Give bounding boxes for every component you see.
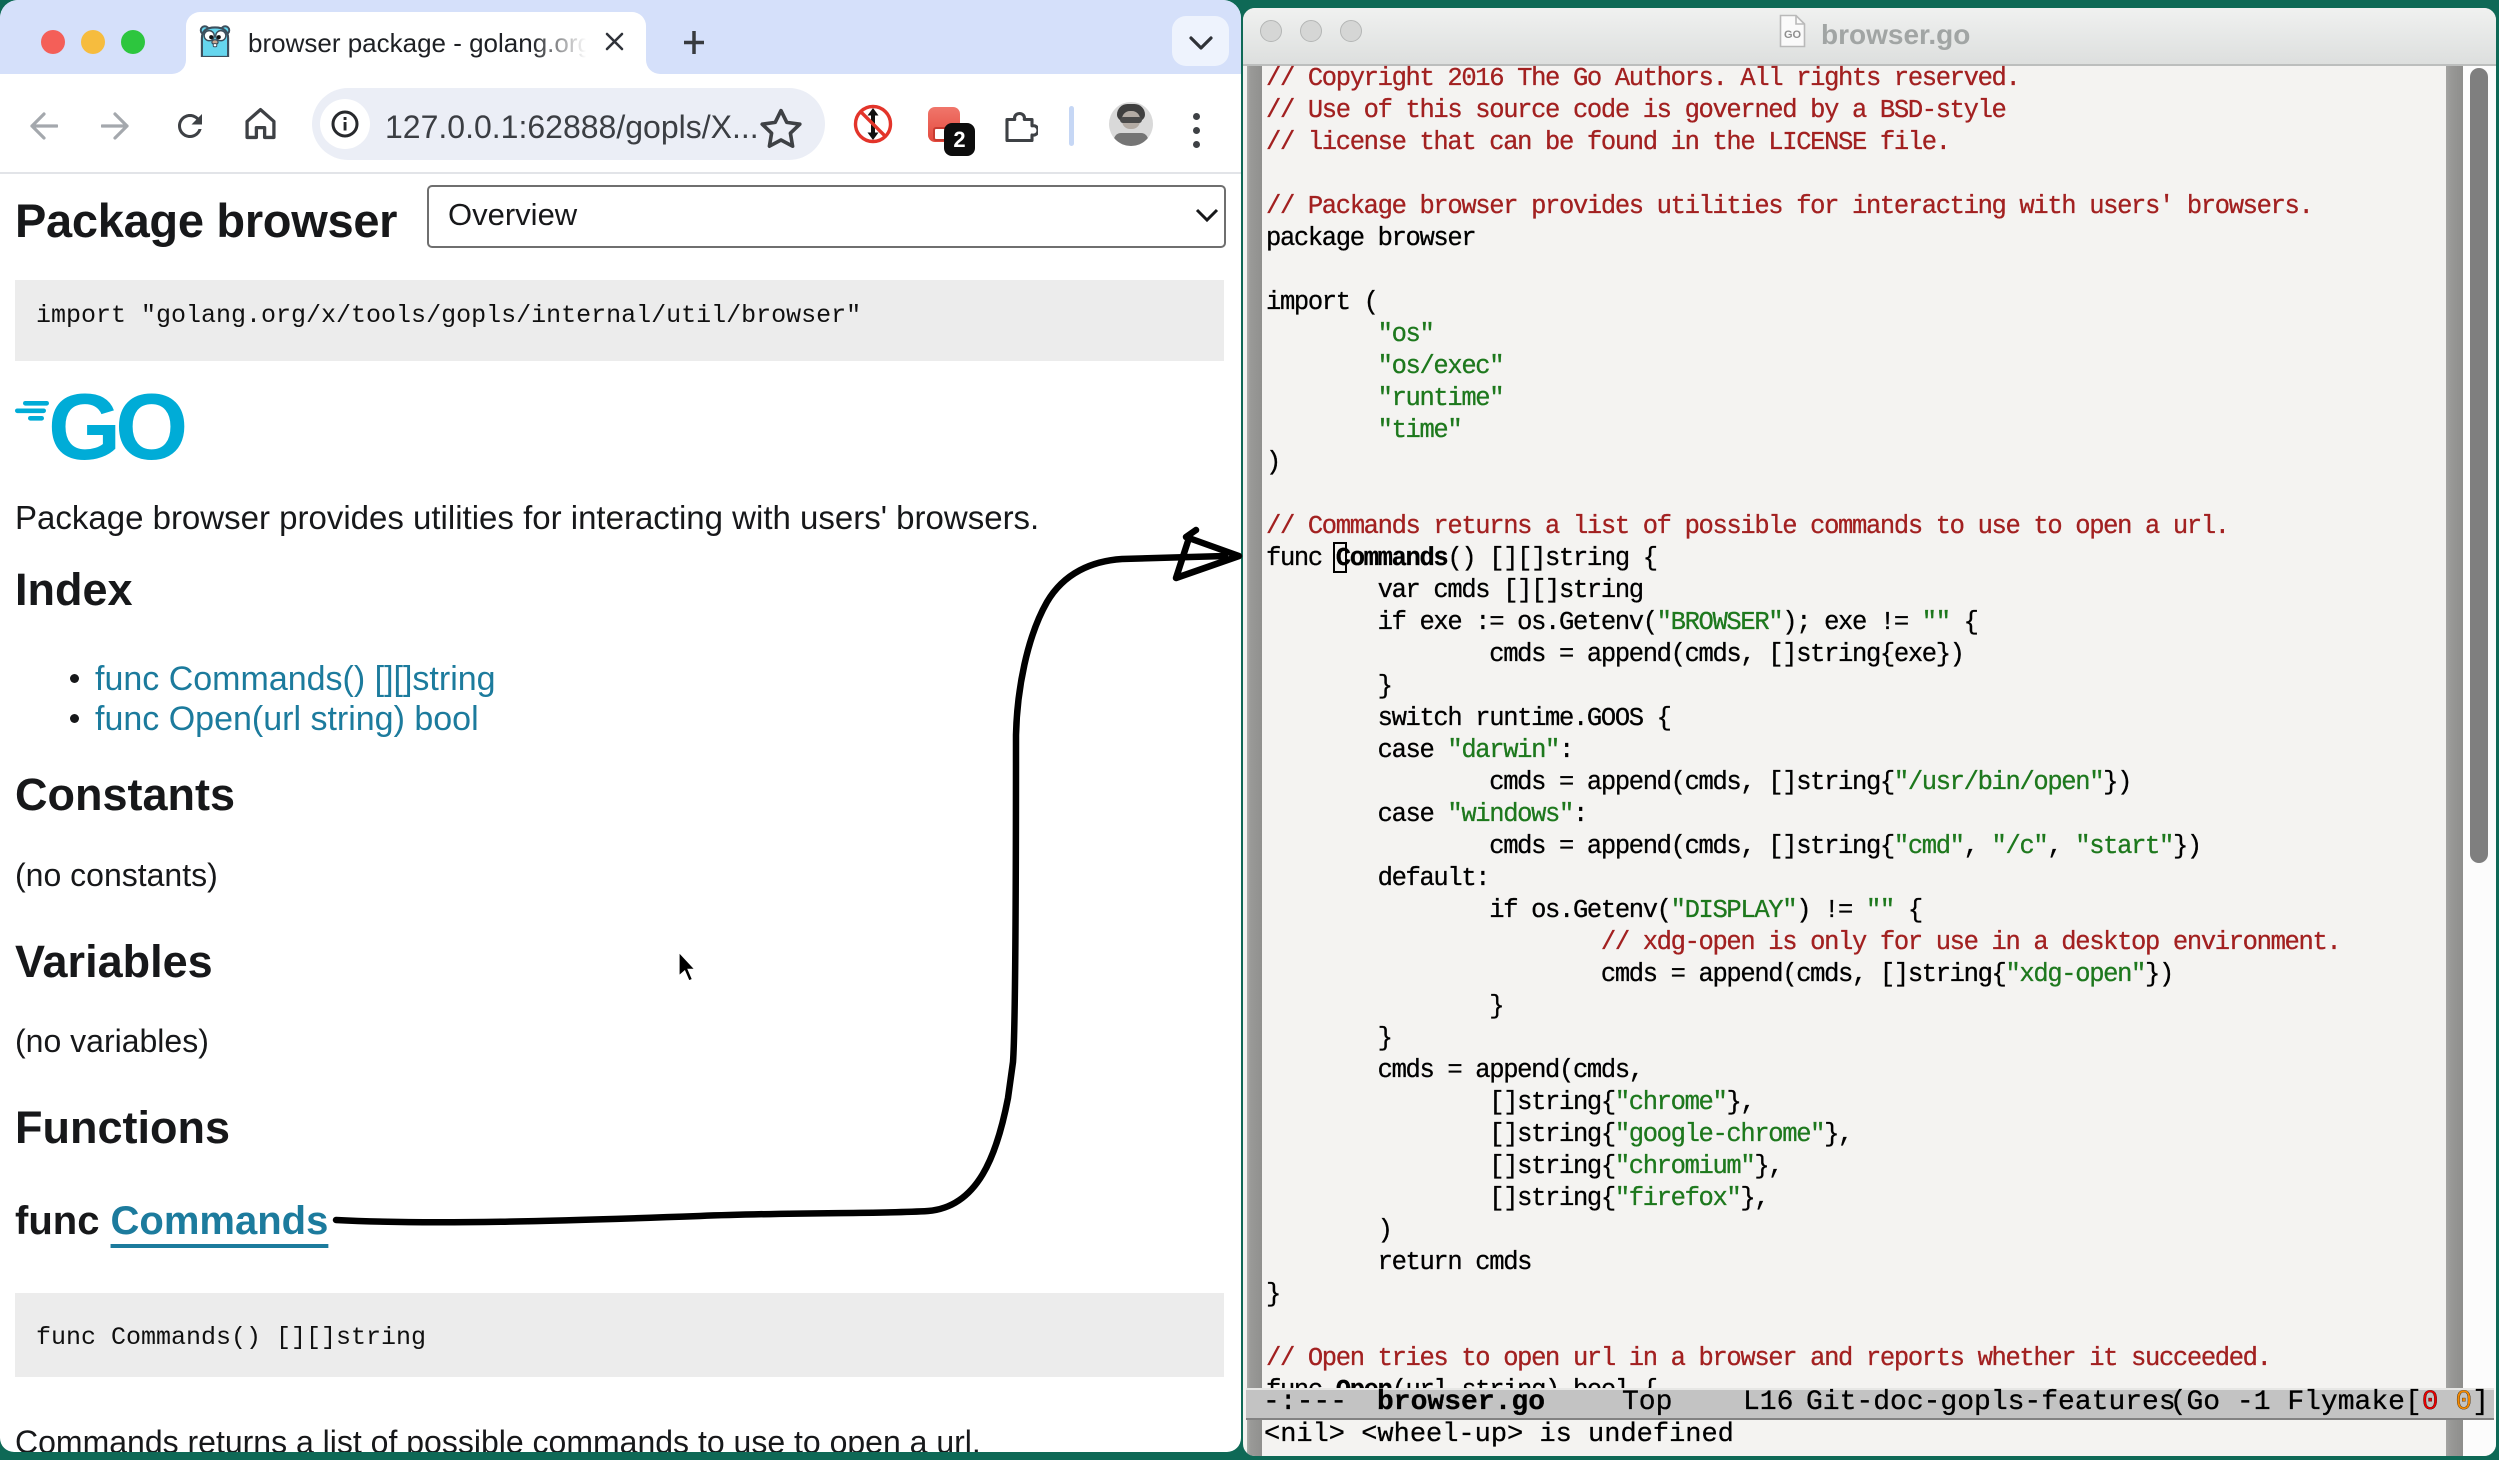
svg-text:GO: GO: [48, 388, 185, 464]
svg-text:GO: GO: [1784, 29, 1802, 41]
